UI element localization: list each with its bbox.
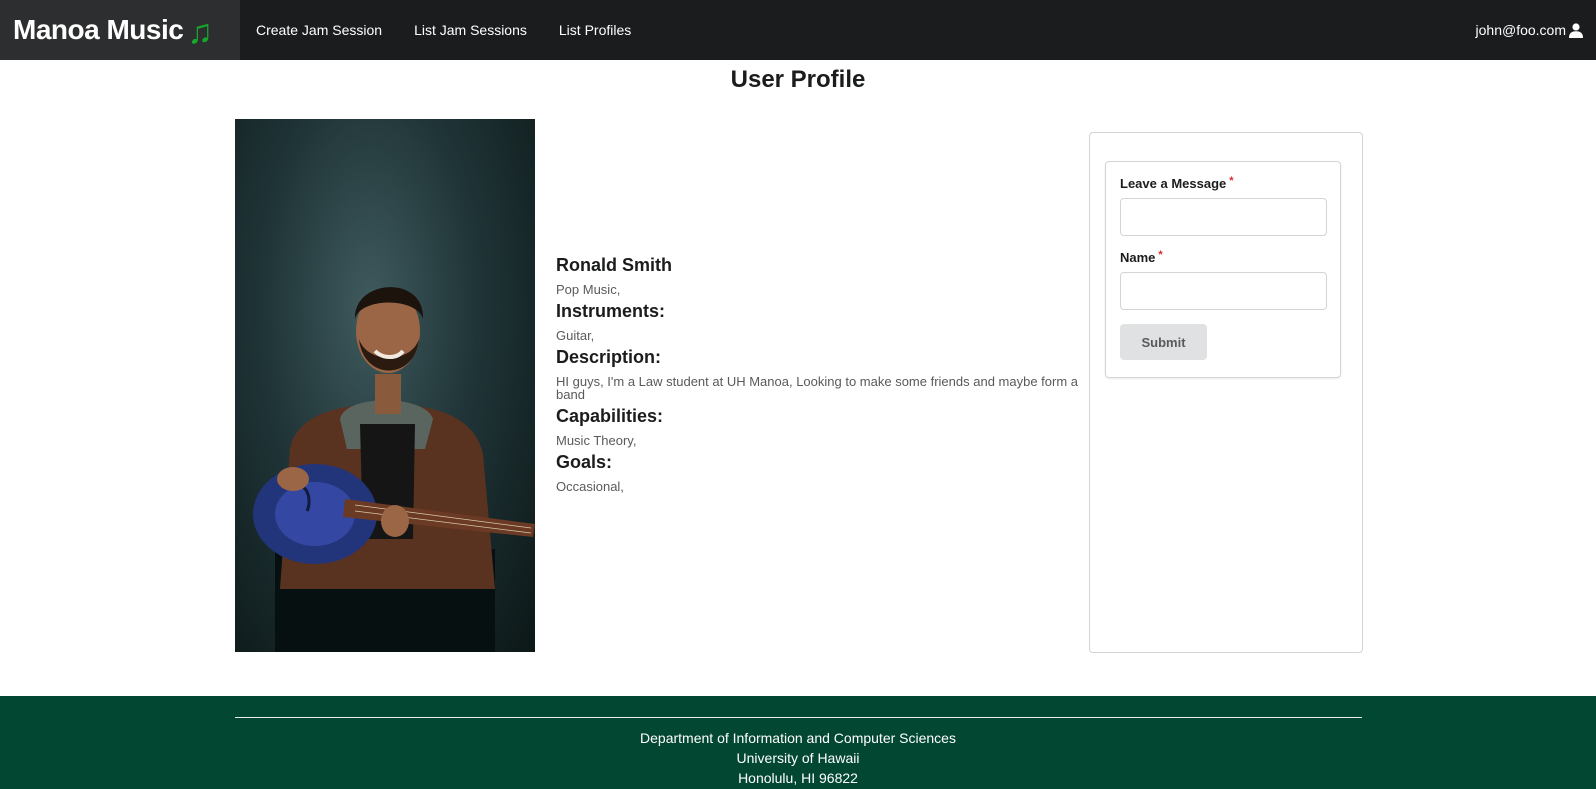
message-label: Leave a Message * <box>1120 175 1326 191</box>
submit-button[interactable]: Submit <box>1120 324 1207 360</box>
page-title: User Profile <box>730 66 866 93</box>
brand-logo[interactable]: Manoa Music ♫ <box>0 0 240 60</box>
profile-photo <box>235 119 535 652</box>
brand-name: Manoa Music <box>13 14 184 45</box>
instruments-heading: Instruments: <box>556 301 666 321</box>
message-form: Leave a Message * Name * Submit <box>1105 161 1341 378</box>
name-label: Name * <box>1120 249 1326 265</box>
nav-list-jam-sessions[interactable]: List Jam Sessions <box>414 22 527 38</box>
description-heading: Description: <box>556 347 662 367</box>
required-mark: * <box>1158 249 1163 261</box>
goals-heading: Goals: <box>556 452 613 472</box>
footer-address: Department of Information and Computer S… <box>0 728 1596 788</box>
user-icon <box>1568 22 1584 38</box>
footer-university: University of Hawaii <box>736 750 860 766</box>
message-label-text: Leave a Message <box>1120 176 1227 191</box>
message-input[interactable] <box>1120 198 1327 236</box>
capabilities-heading: Capabilities: <box>556 406 664 426</box>
profile-instruments: Guitar, <box>556 328 595 343</box>
user-email: john@foo.com <box>1475 22 1566 38</box>
footer-department: Department of Information and Computer S… <box>640 730 956 746</box>
profile-goals: Occasional, <box>556 479 624 494</box>
profile-name: Ronald Smith <box>556 255 672 275</box>
nav-list-profiles[interactable]: List Profiles <box>559 22 631 38</box>
message-card: Leave a Message * Name * Submit <box>1089 132 1363 653</box>
profile-details: Ronald Smith Pop Music, Instruments: Gui… <box>556 255 1086 498</box>
user-menu[interactable]: john@foo.com <box>1476 0 1584 60</box>
name-label-text: Name <box>1120 250 1156 265</box>
music-note-icon: ♫ <box>187 13 213 51</box>
nav-create-jam-session[interactable]: Create Jam Session <box>256 22 382 38</box>
name-input[interactable] <box>1120 272 1327 310</box>
footer-location: Honolulu, HI 96822 <box>738 770 858 786</box>
profile-description: HI guys, I'm a Law student at UH Manoa, … <box>556 374 1079 402</box>
footer: Department of Information and Computer S… <box>0 696 1596 789</box>
profile-capabilities: Music Theory, <box>556 433 637 448</box>
top-navbar: Manoa Music ♫ Create Jam Session List Ja… <box>0 0 1596 60</box>
profile-genres: Pop Music, <box>556 282 621 297</box>
required-mark: * <box>1229 175 1234 187</box>
footer-divider <box>235 717 1362 718</box>
